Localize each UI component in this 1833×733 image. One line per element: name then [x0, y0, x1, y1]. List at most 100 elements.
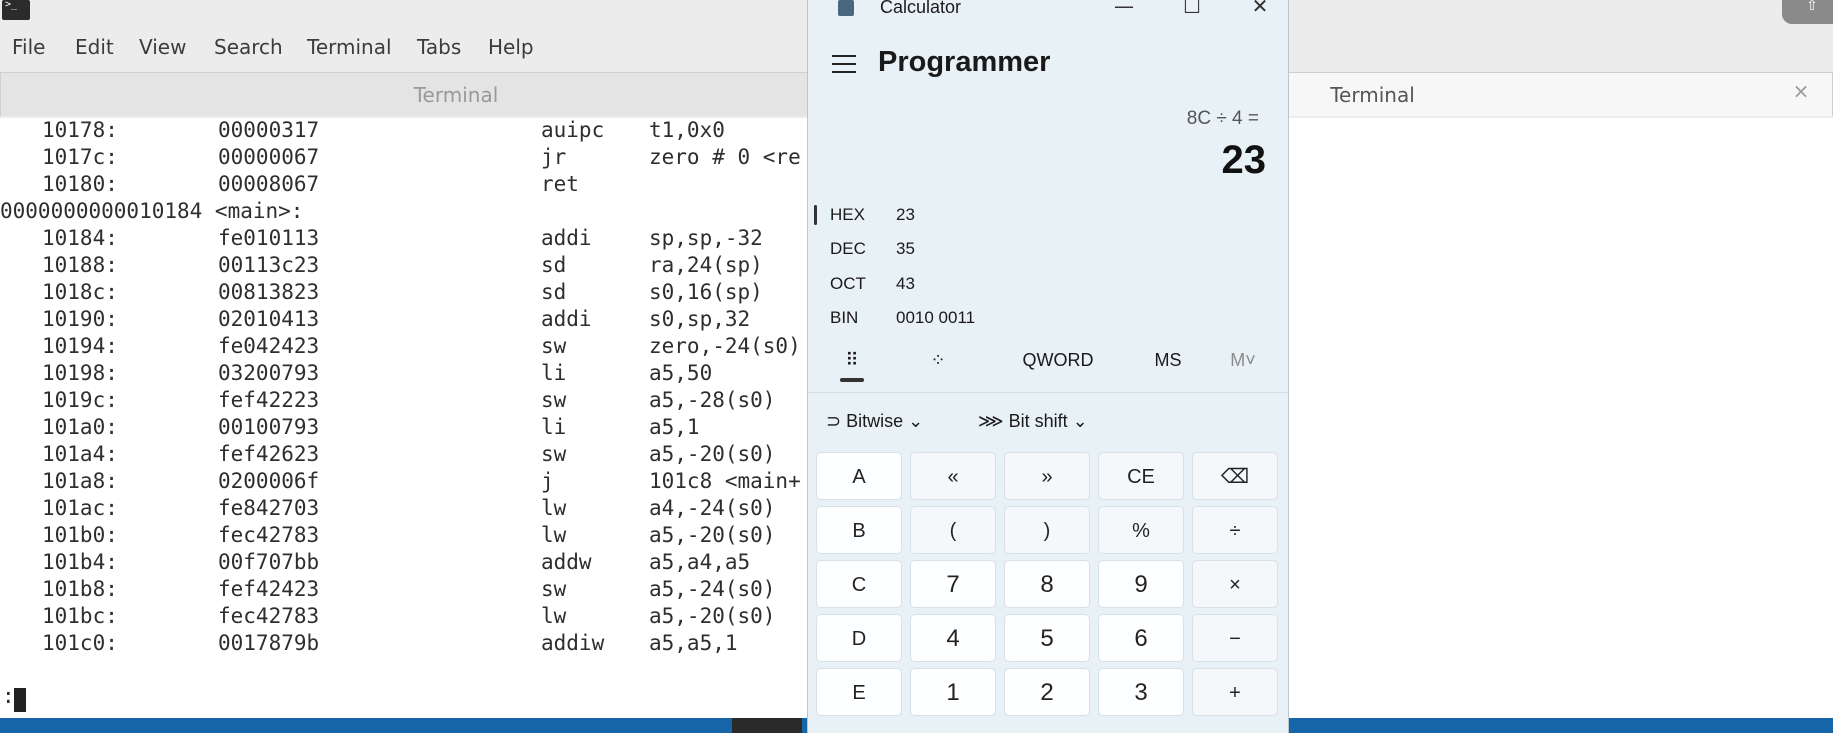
instruction-args: 101c8 <main+: [649, 469, 801, 493]
key-multiply[interactable]: ×: [1192, 560, 1278, 608]
key-e[interactable]: E: [816, 668, 902, 716]
instruction-hex: 0017879b: [218, 631, 320, 655]
instruction-args: a5,-28(s0): [649, 388, 776, 412]
instruction-args: a5,-20(s0): [649, 442, 776, 466]
key-divide[interactable]: ÷: [1192, 506, 1278, 554]
terminal-cursor: [14, 688, 26, 712]
instruction-args: sp,sp,-32: [649, 226, 763, 250]
radix-label: OCT: [830, 274, 866, 293]
result-display: 23: [1221, 138, 1267, 182]
instruction-args: a5,a4,a5: [649, 550, 751, 574]
key-6[interactable]: 6: [1098, 614, 1184, 662]
taskbar-item[interactable]: [732, 718, 802, 733]
key-a[interactable]: A: [816, 452, 902, 500]
upload-icon[interactable]: ⇧: [1782, 0, 1833, 24]
key-c[interactable]: C: [816, 560, 902, 608]
instruction-hex: 00f707bb: [218, 550, 320, 574]
radix-label: DEC: [830, 239, 866, 258]
key-d[interactable]: D: [816, 614, 902, 662]
key-9[interactable]: 9: [1098, 560, 1184, 608]
key-open-paren[interactable]: (: [910, 506, 996, 554]
instruction-address: 101a8:: [42, 469, 118, 493]
key-plus[interactable]: +: [1192, 668, 1278, 716]
key-b[interactable]: B: [816, 506, 902, 554]
instruction-address: 10178:: [42, 118, 118, 142]
instruction-opcode: addw: [541, 550, 592, 574]
bitshift-dropdown[interactable]: ⋙ Bit shift ⌄: [978, 411, 1088, 432]
instruction-hex: 02010413: [218, 307, 320, 331]
bitshift-icon: ⋙: [978, 411, 1004, 431]
instruction-opcode: lw: [541, 496, 567, 520]
menu-edit[interactable]: Edit: [75, 35, 114, 59]
instruction-hex: 00100793: [218, 415, 320, 439]
terminal-prompt: :: [2, 684, 15, 708]
radix-value: 43: [896, 274, 915, 293]
menu-tabs[interactable]: Tabs: [417, 35, 461, 59]
key-left-shift[interactable]: «: [910, 452, 996, 500]
instruction-address: 10190:: [42, 307, 118, 331]
navigation-menu-icon[interactable]: [832, 55, 856, 75]
instruction-hex: fe010113: [218, 226, 320, 250]
key-1[interactable]: 1: [910, 668, 996, 716]
instruction-opcode: li: [541, 361, 567, 385]
key-5[interactable]: 5: [1004, 614, 1090, 662]
backspace-icon[interactable]: ⌫: [1192, 452, 1278, 500]
instruction-hex: fef42423: [218, 577, 320, 601]
menu-help[interactable]: Help: [488, 35, 534, 59]
instruction-opcode: li: [541, 415, 567, 439]
instruction-args: a5,-24(s0): [649, 577, 776, 601]
key-modulo[interactable]: %: [1098, 506, 1184, 554]
key-right-shift[interactable]: »: [1004, 452, 1090, 500]
instruction-args: a5,-20(s0): [649, 523, 776, 547]
close-tab-icon[interactable]: ×: [1790, 80, 1812, 102]
instruction-opcode: sw: [541, 334, 567, 358]
tab-terminal-1[interactable]: Terminal: [0, 72, 912, 116]
bitshift-label: Bit shift: [1008, 411, 1068, 431]
radix-label: BIN: [830, 308, 859, 327]
instruction-args: a4,-24(s0): [649, 496, 776, 520]
instruction-hex: fe042423: [218, 334, 320, 358]
instruction-args: s0,sp,32: [649, 307, 751, 331]
key-clear-entry[interactable]: CE: [1098, 452, 1184, 500]
instruction-opcode: addi: [541, 226, 592, 250]
instruction-hex: 00113c23: [218, 253, 320, 277]
instruction-args: t1,0x0: [649, 118, 725, 142]
key-7[interactable]: 7: [910, 560, 996, 608]
close-icon[interactable]: ✕: [1240, 0, 1280, 18]
key-2[interactable]: 2: [1004, 668, 1090, 716]
full-keypad-icon[interactable]: ⠿: [828, 338, 876, 382]
instruction-hex: 00813823: [218, 280, 320, 304]
keypad-tab-underline: [840, 378, 864, 382]
key-close-paren[interactable]: ): [1004, 506, 1090, 554]
menu-search[interactable]: Search: [214, 35, 283, 59]
key-3[interactable]: 3: [1098, 668, 1184, 716]
instruction-opcode: sw: [541, 577, 567, 601]
key-minus[interactable]: −: [1192, 614, 1278, 662]
instruction-address: 1017c:: [42, 145, 118, 169]
bit-toggle-keypad-icon[interactable]: ⁘: [914, 338, 962, 382]
menu-terminal[interactable]: Terminal: [307, 35, 392, 59]
mode-title: Programmer: [878, 46, 1051, 78]
logic-gate-icon: ⊃: [826, 411, 842, 431]
expression-display: 8C ÷ 4 =: [1186, 108, 1259, 129]
menu-view[interactable]: View: [139, 35, 186, 59]
instruction-hex: 00000067: [218, 145, 320, 169]
radix-value: 23: [896, 205, 915, 224]
minimize-icon[interactable]: —: [1104, 0, 1144, 18]
instruction-args: a5,50: [649, 361, 713, 385]
instruction-address: 101a4:: [42, 442, 118, 466]
menu-file[interactable]: File: [12, 35, 45, 59]
calculator-app-icon: [838, 0, 854, 16]
disassembly-label: 0000000000010184 <main>:: [0, 199, 304, 223]
memory-store-button[interactable]: MS: [1138, 338, 1198, 382]
instruction-args: ra,24(sp): [649, 253, 763, 277]
calculator-titlebar: Calculator — ☐ ✕: [808, 0, 1288, 22]
memory-recall-button[interactable]: M˅: [1213, 338, 1273, 382]
bitwise-dropdown[interactable]: ⊃ Bitwise ⌄: [826, 411, 923, 432]
maximize-icon[interactable]: ☐: [1172, 0, 1212, 18]
key-8[interactable]: 8: [1004, 560, 1090, 608]
instruction-args: a5,a5,1: [649, 631, 738, 655]
key-4[interactable]: 4: [910, 614, 996, 662]
divider: [808, 392, 1288, 393]
word-size-button[interactable]: QWORD: [1008, 338, 1108, 382]
